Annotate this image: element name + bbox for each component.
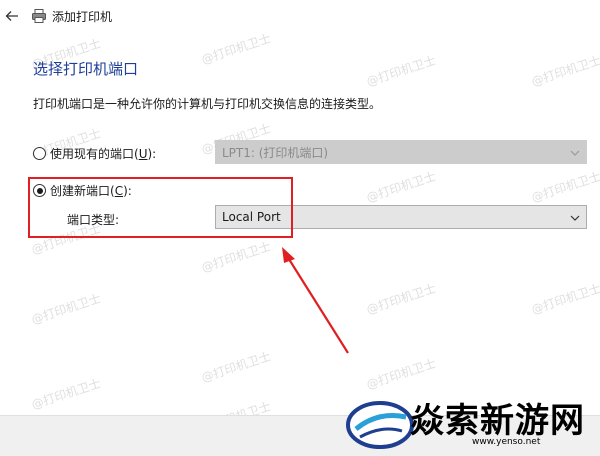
existing-port-dropdown[interactable]: LPT1: (打印机端口)	[215, 140, 587, 164]
watermark-text: @打印机卫士	[364, 169, 438, 205]
brand-name: 焱索新游网	[410, 401, 585, 441]
watermark-text: @打印机卫士	[199, 349, 273, 385]
existing-port-radio[interactable]: 使用现有的端口(U):	[33, 145, 156, 162]
title-bar: 添加打印机	[0, 0, 600, 32]
watermark-text: @打印机卫士	[529, 281, 600, 317]
chevron-down-icon	[570, 215, 580, 221]
watermark-text: @打印机卫士	[199, 31, 273, 67]
back-arrow-icon	[5, 11, 18, 21]
existing-port-label: 使用现有的端口(U):	[50, 147, 157, 161]
highlight-box	[28, 177, 293, 238]
page-description: 打印机端口是一种允许你的计算机与打印机交换信息的连接类型。	[33, 97, 382, 111]
watermark-text: @打印机卫士	[364, 281, 438, 317]
brand-emblem-icon	[346, 401, 414, 449]
page-title: 选择打印机端口	[33, 60, 139, 78]
watermark-text: @打印机卫士	[199, 239, 273, 275]
existing-port-value: LPT1: (打印机端口)	[222, 145, 329, 160]
watermark-text: @打印机卫士	[529, 169, 600, 205]
window-title: 添加打印机	[52, 10, 113, 24]
printer-icon	[32, 9, 46, 23]
watermark-text: @打印机卫士	[529, 53, 600, 89]
watermark-text: @打印机卫士	[364, 53, 438, 89]
watermark-text: @打印机卫士	[29, 291, 103, 327]
brand-url: www.yenso.net	[472, 437, 541, 447]
chevron-down-icon	[570, 150, 580, 156]
radio-button[interactable]	[33, 147, 46, 160]
brand-logo: 焱索新游网 www.yenso.net	[340, 385, 600, 455]
back-button[interactable]	[2, 6, 22, 26]
watermark-text: @打印机卫士	[29, 376, 103, 412]
